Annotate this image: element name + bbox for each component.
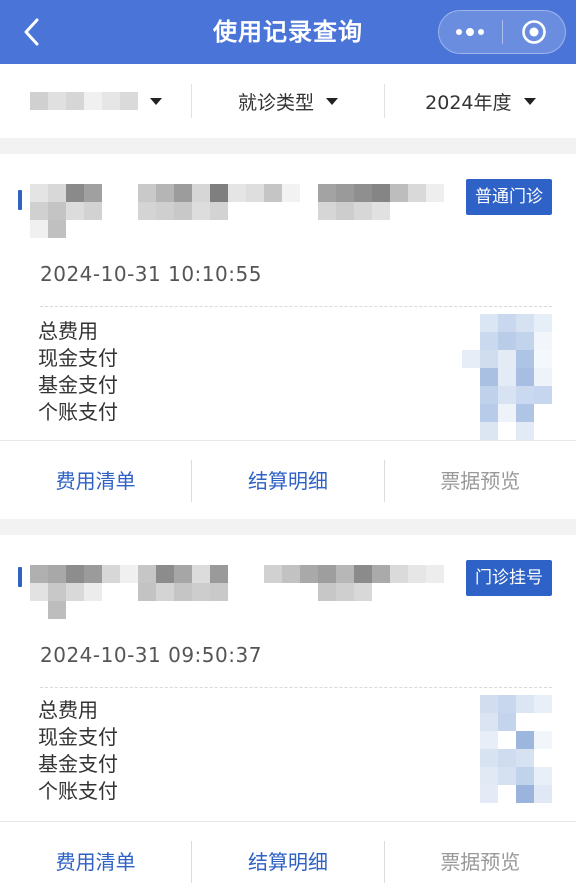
visit-type-tag: 普通门诊	[466, 179, 552, 215]
settlement-detail-button[interactable]: 结算明细	[192, 822, 383, 891]
receipt-preview-button[interactable]: 票据预览	[385, 822, 576, 891]
accent-bar	[18, 567, 22, 587]
fee-label-cash: 现金支付	[38, 725, 118, 749]
record-actions: 费用清单 结算明细 票据预览	[0, 440, 576, 520]
institution-name-mosaic	[30, 184, 444, 238]
dashed-divider	[40, 306, 552, 307]
fee-label-total: 总费用	[38, 698, 98, 722]
record-header: 门诊挂号	[0, 535, 576, 635]
institution-name-mosaic	[30, 565, 444, 619]
record-header: 普通门诊	[0, 154, 576, 254]
fee-labels: 总费用 现金支付 基金支付 个账支付	[38, 697, 118, 805]
fee-list-button[interactable]: 费用清单	[0, 822, 191, 891]
fee-amounts-mosaic	[462, 314, 552, 440]
target-circle-icon	[521, 20, 546, 44]
record-actions: 费用清单 结算明细 票据预览	[0, 821, 576, 891]
filter-bar: 就诊类型 2024年度	[0, 64, 576, 138]
fee-label-fund: 基金支付	[38, 752, 118, 776]
fee-label-total: 总费用	[38, 319, 98, 343]
filter-year[interactable]: 2024年度	[385, 64, 576, 138]
nav-bar: 使用记录查询	[0, 0, 576, 64]
fee-label-cash: 现金支付	[38, 346, 118, 370]
more-menu-button[interactable]	[439, 11, 502, 53]
filter-person[interactable]	[0, 64, 191, 138]
caret-down-icon	[326, 97, 338, 105]
fee-amounts-mosaic	[480, 695, 552, 803]
fee-label-account: 个账支付	[38, 400, 118, 424]
more-dots-icon	[456, 28, 485, 36]
fee-labels: 总费用 现金支付 基金支付 个账支付	[38, 318, 118, 426]
caret-down-icon	[149, 97, 162, 105]
record-time: 2024-10-31 09:50:37	[40, 643, 262, 667]
fee-label-fund: 基金支付	[38, 373, 118, 397]
filter-visit-type[interactable]: 就诊类型	[192, 64, 383, 138]
record-card: 门诊挂号 2024-10-31 09:50:37 总费用 现金支付 基金支付 个…	[0, 535, 576, 891]
fee-list-button[interactable]: 费用清单	[0, 441, 191, 521]
close-miniprogram-button[interactable]	[502, 11, 565, 53]
back-button[interactable]	[14, 14, 50, 50]
person-name-mosaic	[29, 92, 138, 110]
settlement-detail-button[interactable]: 结算明细	[192, 441, 383, 521]
record-card: 普通门诊 2024-10-31 10:10:55 总费用 现金支付 基金支付 个…	[0, 154, 576, 519]
filter-visit-type-label: 就诊类型	[237, 91, 314, 114]
receipt-preview-button[interactable]: 票据预览	[385, 441, 576, 521]
caret-down-icon	[523, 97, 536, 105]
accent-bar	[18, 190, 22, 210]
chevron-left-icon	[24, 18, 39, 46]
visit-type-tag: 门诊挂号	[466, 560, 552, 596]
record-time: 2024-10-31 10:10:55	[40, 262, 262, 286]
dashed-divider	[40, 687, 552, 688]
filter-year-label: 2024年度	[425, 91, 512, 114]
fee-label-account: 个账支付	[38, 779, 118, 803]
mini-program-capsule	[438, 10, 566, 54]
